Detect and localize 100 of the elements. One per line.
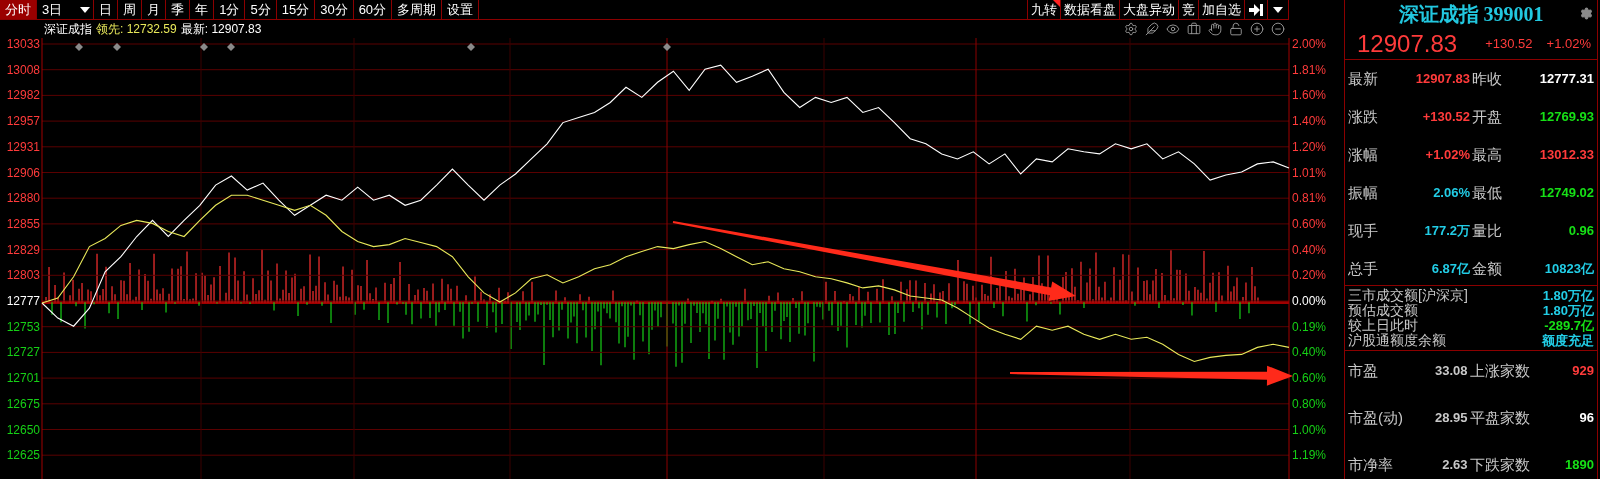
stat-value: +130.52 [1421, 108, 1470, 126]
turnover-label: 三市成交额[沪深京] [1348, 288, 1468, 303]
percent-axis-label: 0.40% [1292, 345, 1327, 360]
period-tab[interactable]: 分时 [0, 0, 37, 19]
percent-axis-label: 1.00% [1292, 422, 1327, 437]
hand-icon[interactable] [1208, 22, 1222, 36]
percent-axis-label: 0.19% [1292, 319, 1327, 334]
price-axis-label: 12701 [6, 371, 40, 386]
stat-label: 量比 [1472, 221, 1502, 241]
percent-axis-label: 1.20% [1292, 139, 1327, 154]
stat-label: 总手 [1348, 259, 1378, 279]
event-marker-icon[interactable] [467, 43, 475, 51]
turnover-label: 较上日此时 [1348, 318, 1418, 333]
stat-label: 涨跌 [1348, 107, 1378, 127]
price-axis-label: 13008 [6, 62, 40, 77]
unlock-icon[interactable] [1229, 22, 1243, 36]
price-axis-label: 12727 [6, 345, 40, 360]
price-axis-label: 12650 [6, 422, 40, 437]
percent-axis-label: 0.60% [1292, 371, 1327, 386]
event-marker-icon[interactable] [663, 43, 671, 51]
stat-label: 平盘家数 [1469, 408, 1530, 428]
price-axis-label: 12829 [6, 242, 40, 257]
turnover-value: 额度充足 [1542, 333, 1594, 348]
event-marker-icon[interactable] [113, 43, 121, 51]
stat-label: 涨幅 [1348, 145, 1378, 165]
price-axis-label: 13033 [6, 38, 40, 51]
tool-button[interactable]: 竞 [1178, 0, 1198, 19]
percent-axis-label: 1.60% [1292, 88, 1327, 103]
stat-label: 上涨家数 [1469, 361, 1530, 381]
event-marker-icon[interactable] [200, 43, 208, 51]
arrow-to-bar-icon [1249, 3, 1263, 16]
turnover-value: 1.80万亿 [1542, 303, 1594, 318]
stat-value: 2.63 [1441, 456, 1468, 474]
stat-label: 下跌家数 [1469, 455, 1530, 475]
percent-axis-label: 1.01% [1292, 165, 1327, 180]
stat-label: 昨收 [1472, 69, 1502, 89]
stat-value: 10823亿 [1543, 260, 1594, 278]
zoom-in-icon[interactable] [1250, 22, 1264, 36]
briefcase-icon[interactable] [1187, 22, 1201, 36]
stat-value: 33.08 [1433, 362, 1468, 380]
percent-axis-label: 0.60% [1292, 216, 1327, 231]
turnover-label: 预估成交额 [1348, 303, 1418, 318]
stat-value: 6.87亿 [1430, 260, 1470, 278]
price-axis-label: 12777 [6, 294, 40, 308]
tool-button[interactable]: 加自选 [1198, 0, 1244, 19]
stat-label: 金额 [1472, 259, 1502, 279]
stat-label: 市净率 [1348, 455, 1394, 475]
eye-icon[interactable] [1166, 22, 1180, 36]
turnover-value: -289.7亿 [1544, 318, 1594, 333]
feather-icon[interactable] [1145, 22, 1159, 36]
stat-label: 最新 [1348, 69, 1378, 89]
stat-label: 最高 [1472, 145, 1502, 165]
stat-value: 96 [1578, 409, 1594, 427]
percent-axis-label: 0.81% [1292, 191, 1327, 206]
stat-label: 现手 [1348, 221, 1378, 241]
percent-axis-label: 1.81% [1292, 62, 1327, 77]
stat-label: 市盈(动) [1348, 408, 1403, 428]
caret-icon [1273, 6, 1283, 13]
stat-label: 振幅 [1348, 183, 1378, 203]
stat-value: 12749.02 [1538, 184, 1594, 202]
percent-axis-label: 0.20% [1292, 268, 1327, 283]
stat-value: 2.06% [1432, 184, 1470, 202]
index-name: 深证成指 [44, 21, 92, 38]
more-dropdown-button[interactable] [1267, 0, 1289, 19]
percent-axis-label: 0.00% [1292, 294, 1327, 308]
zoom-out-icon[interactable] [1271, 22, 1285, 36]
settings-icon[interactable] [1580, 7, 1593, 20]
stat-value: 12777.31 [1538, 70, 1594, 88]
tool-button[interactable]: 九转 [1027, 0, 1060, 19]
price-axis-label: 12880 [6, 191, 40, 206]
price-axis-label: 12625 [6, 448, 40, 463]
caret-icon [80, 6, 91, 13]
percent-axis-label: 0.40% [1292, 242, 1327, 257]
stat-value: 177.2万 [1423, 222, 1470, 240]
stat-value: +1.02% [1424, 146, 1470, 164]
tool-button[interactable]: 数据看盘 [1060, 0, 1119, 19]
price-axis-label: 12982 [6, 88, 40, 103]
stat-value: 28.95 [1433, 409, 1468, 427]
event-marker-icon[interactable] [227, 43, 235, 51]
stat-value: 929 [1571, 362, 1594, 380]
stat-value: 12907.83 [1414, 70, 1470, 88]
percent-axis-label: 2.00% [1292, 38, 1327, 51]
lead-value: 领先: 12732.59 [96, 21, 177, 38]
stat-value: 12769.93 [1538, 108, 1594, 126]
percent-axis-label: 1.40% [1292, 114, 1327, 129]
price-axis-label: 12855 [6, 216, 40, 231]
price-change: +130.52 [1485, 34, 1533, 53]
stat-label: 最低 [1472, 183, 1502, 203]
turnover-value: 1.80万亿 [1542, 288, 1594, 303]
quote-title: 深证成指 399001 [1398, 2, 1544, 27]
event-marker-icon[interactable] [75, 43, 83, 51]
stat-label: 市盈 [1348, 361, 1379, 381]
percent-axis-label: 0.80% [1292, 396, 1327, 411]
tool-button[interactable]: 大盘异动 [1119, 0, 1178, 19]
last-price: 12907.83 [1357, 28, 1458, 59]
settings-icon[interactable] [1124, 22, 1138, 36]
price-axis-label: 12957 [6, 114, 40, 129]
price-axis-label: 12906 [6, 165, 40, 180]
price-axis-label: 12803 [6, 268, 40, 283]
stat-value: 1890 [1564, 456, 1594, 474]
